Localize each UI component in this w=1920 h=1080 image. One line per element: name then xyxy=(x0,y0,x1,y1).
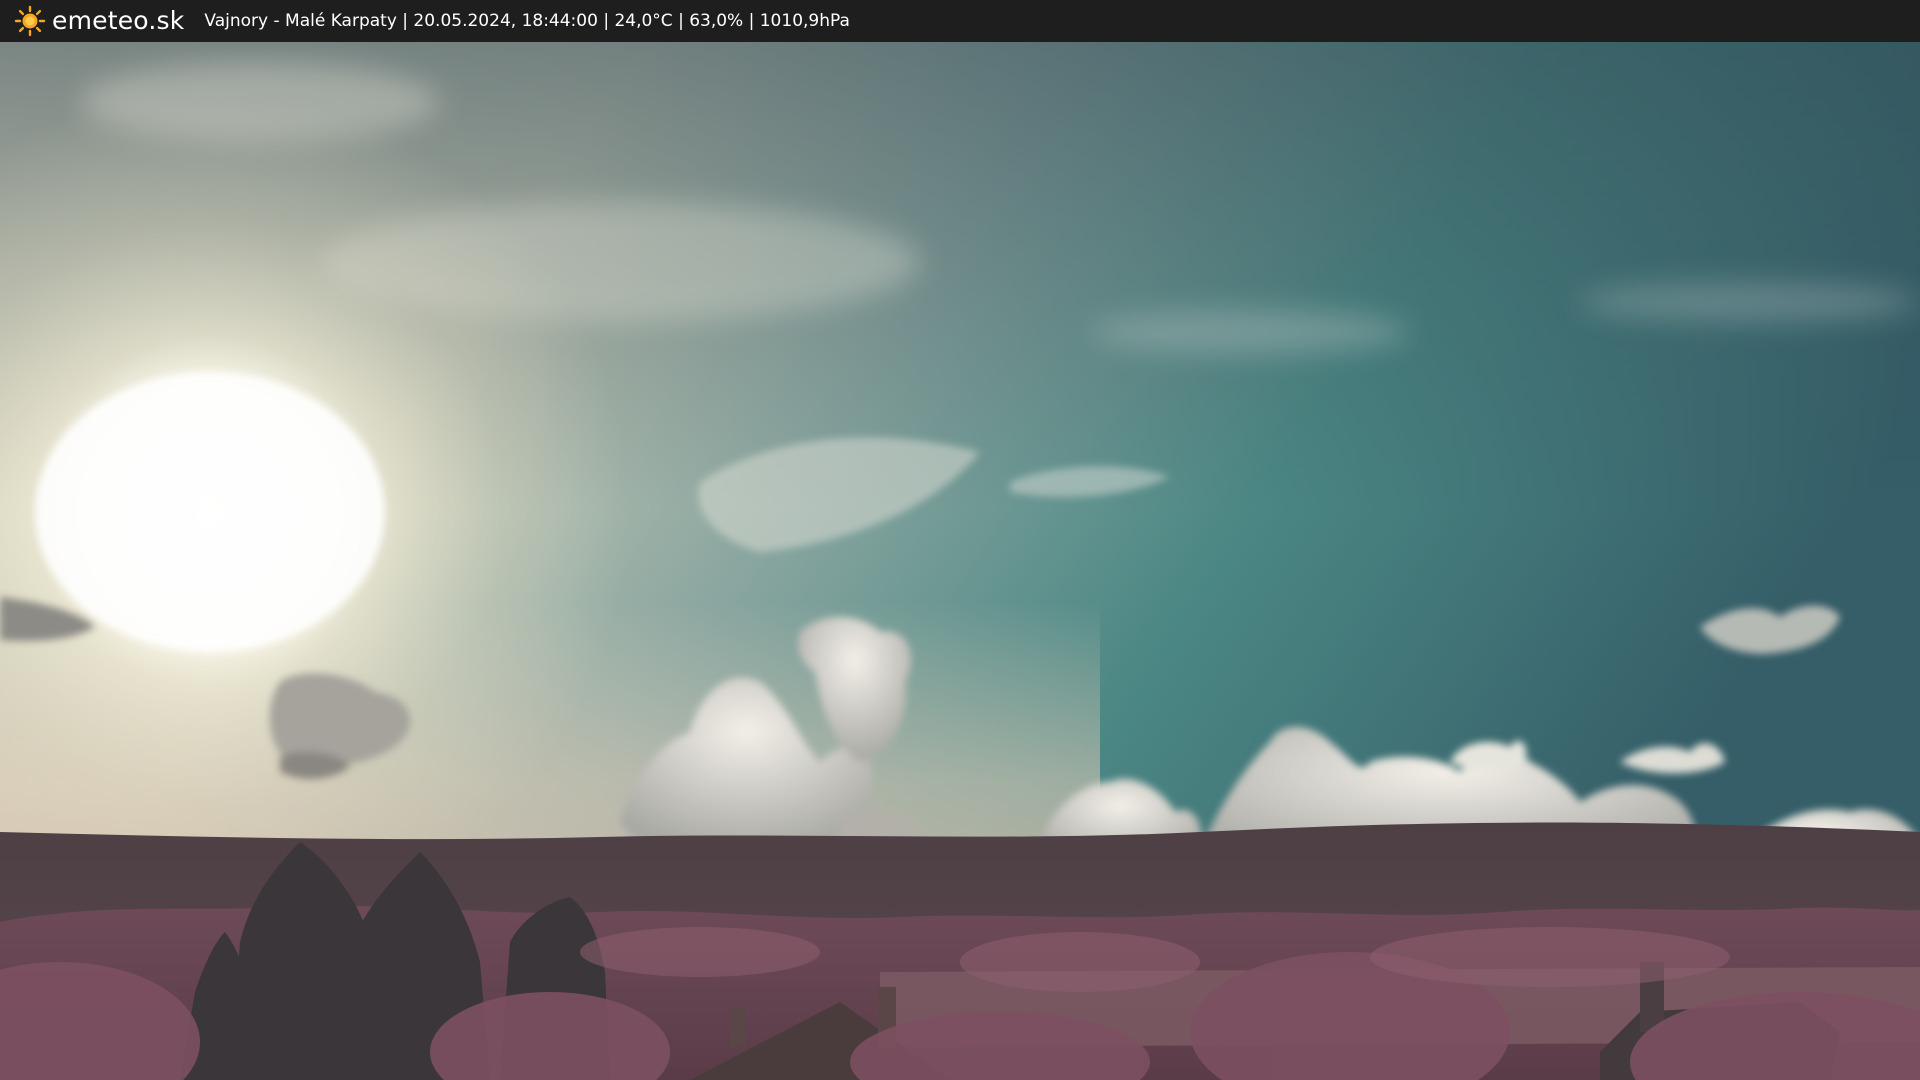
site-logo[interactable]: emeteo.sk xyxy=(14,0,184,42)
site-brand-text: emeteo.sk xyxy=(52,6,185,35)
sun-icon xyxy=(14,5,46,37)
webcam-frame: emeteo.sk Vajnory - Malé Karpaty | 20.05… xyxy=(0,0,1920,1080)
station-info-text: Vajnory - Malé Karpaty | 20.05.2024, 18:… xyxy=(204,11,850,31)
webcam-image xyxy=(0,42,1920,1080)
header-bar: emeteo.sk Vajnory - Malé Karpaty | 20.05… xyxy=(0,0,1920,42)
